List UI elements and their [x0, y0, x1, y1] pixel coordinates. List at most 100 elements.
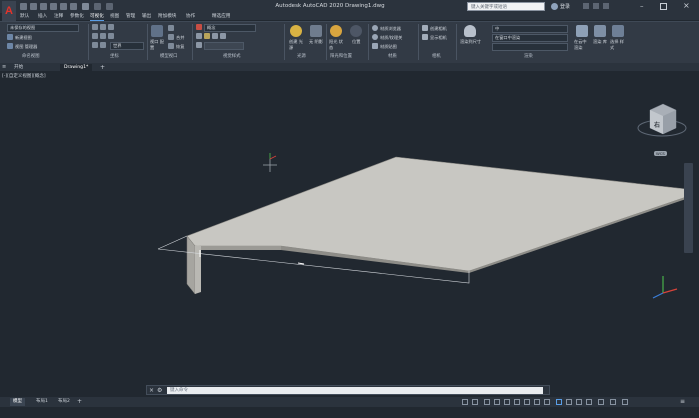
- snap-icon[interactable]: [472, 399, 478, 405]
- join-viewports-button[interactable]: 合并: [176, 35, 184, 41]
- viewport-config-button[interactable]: 视口 配置: [150, 39, 166, 51]
- wrench-icon[interactable]: ⚙: [157, 387, 162, 394]
- view-manager-button[interactable]: 视图 管理器: [15, 44, 37, 50]
- tab-9[interactable]: 协作: [186, 13, 195, 20]
- quick-properties-icon[interactable]: [610, 399, 616, 405]
- named-viewports-icon[interactable]: [168, 25, 174, 31]
- customization-icon[interactable]: ≡: [680, 398, 685, 405]
- print-icon[interactable]: [70, 3, 77, 10]
- wcs-label[interactable]: WCS: [654, 151, 667, 156]
- xray-icon[interactable]: [220, 33, 226, 39]
- render-to-size-button[interactable]: 渲染到尺寸: [460, 39, 481, 45]
- isolate-objects-icon[interactable]: [622, 399, 628, 405]
- tab-6[interactable]: 管理: [126, 13, 135, 20]
- shadow-none-button[interactable]: 无 阴影: [309, 39, 323, 45]
- tab-5[interactable]: 视图: [110, 13, 119, 20]
- ucs-x-icon[interactable]: [108, 24, 114, 30]
- add-layout-icon[interactable]: +: [77, 398, 82, 405]
- shadow-icon[interactable]: [212, 33, 218, 39]
- tab-drawing1[interactable]: Drawing1*: [60, 64, 93, 71]
- lineweight-icon[interactable]: [524, 399, 530, 405]
- cloud-render-button[interactable]: 在云中 渲染: [574, 39, 590, 51]
- lighting-icon[interactable]: [204, 33, 210, 39]
- tab-1[interactable]: 插入: [38, 13, 47, 20]
- visual-style-dropdown[interactable]: 概念: [204, 24, 256, 32]
- isodraft-icon[interactable]: [504, 399, 510, 405]
- face-style-icon[interactable]: [196, 42, 202, 48]
- plot-icon[interactable]: [60, 3, 67, 10]
- save-icon[interactable]: [40, 3, 47, 10]
- ucs-view-icon[interactable]: [108, 33, 114, 39]
- tab-layout1[interactable]: 布局1: [33, 398, 51, 406]
- ucs-z-icon[interactable]: [100, 33, 106, 39]
- search-input[interactable]: 键入关键字或短语: [467, 2, 545, 11]
- tab-7[interactable]: 输出: [142, 13, 151, 20]
- close-cmdline-icon[interactable]: ×: [149, 387, 154, 394]
- grid-icon[interactable]: [462, 399, 468, 405]
- tab-8[interactable]: 附加模块: [158, 13, 176, 20]
- app-store-icon[interactable]: [593, 3, 599, 9]
- ucs-object-icon[interactable]: [100, 42, 106, 48]
- units-icon[interactable]: [598, 399, 604, 405]
- tab-2[interactable]: 注释: [54, 13, 63, 20]
- menu-icon[interactable]: ≡: [2, 64, 6, 70]
- undo-icon[interactable]: [82, 3, 89, 10]
- ucs-3point-icon[interactable]: [92, 42, 98, 48]
- cart-icon[interactable]: [583, 3, 589, 9]
- tab-layout2[interactable]: 布局2: [55, 398, 73, 406]
- ucs-icon[interactable]: [92, 24, 98, 30]
- osnap-3d-icon[interactable]: [556, 399, 562, 405]
- app-menu-button[interactable]: A: [2, 1, 16, 22]
- render-output-field[interactable]: [492, 43, 568, 51]
- new-tab-icon[interactable]: +: [100, 64, 105, 71]
- transparency-icon[interactable]: [534, 399, 540, 405]
- tab-10[interactable]: 精选应用: [212, 13, 230, 20]
- ortho-icon[interactable]: [484, 399, 490, 405]
- new-view-button[interactable]: 新建视图: [15, 35, 32, 41]
- annotation-scale-icon[interactable]: [576, 399, 582, 405]
- close-icon[interactable]: ×: [683, 1, 690, 10]
- tab-start[interactable]: 开始: [10, 64, 27, 71]
- selection-cycling-icon[interactable]: [544, 399, 550, 405]
- help-icon[interactable]: [603, 3, 609, 9]
- create-camera-button[interactable]: 创建相机: [430, 26, 447, 32]
- material-mapping-button[interactable]: 材质贴图: [380, 44, 397, 50]
- render-target-dropdown[interactable]: 在窗口中渲染: [492, 34, 568, 42]
- command-input[interactable]: 键入命令: [167, 387, 543, 394]
- select-style-button[interactable]: 选择 样式: [610, 39, 624, 51]
- material-browser-button[interactable]: 材质浏览器: [380, 26, 401, 32]
- viewport-controls-label[interactable]: [-][自定义视图][概念]: [2, 73, 46, 79]
- opacity-slider[interactable]: [204, 42, 244, 50]
- polar-icon[interactable]: [494, 399, 500, 405]
- tab-model[interactable]: 模型: [10, 398, 25, 406]
- new-file-icon[interactable]: [20, 3, 27, 10]
- edge-style-icon[interactable]: [196, 33, 202, 39]
- tab-3[interactable]: 参数化: [70, 13, 84, 20]
- share-icon[interactable]: [106, 3, 113, 10]
- drawing-viewport[interactable]: 右 WCS: [0, 71, 699, 383]
- osnap-icon[interactable]: [514, 399, 520, 405]
- viewcube-face-label[interactable]: 右: [654, 120, 660, 129]
- ucs-dropdown[interactable]: 世界: [110, 42, 144, 50]
- render-gallery-button[interactable]: 渲染 库: [593, 39, 607, 45]
- workspace-icon[interactable]: [586, 399, 592, 405]
- location-button[interactable]: 位置: [352, 39, 360, 45]
- minimize-icon[interactable]: –: [640, 2, 644, 10]
- dynamic-ucs-icon[interactable]: [566, 399, 572, 405]
- create-light-button[interactable]: 创建 光源: [289, 39, 303, 51]
- redo-icon[interactable]: [94, 3, 101, 10]
- material-textures-toggle[interactable]: 材质/纹理关: [380, 35, 402, 41]
- sun-status-button[interactable]: 阳光 状态: [329, 39, 343, 51]
- open-file-icon[interactable]: [30, 3, 37, 10]
- ucs-origin-icon[interactable]: [100, 24, 106, 30]
- restore-viewports-button[interactable]: 恢复: [176, 44, 184, 50]
- ucs-y-icon[interactable]: [92, 33, 98, 39]
- tab-0[interactable]: 默认: [20, 13, 29, 20]
- login-label[interactable]: 登录: [560, 3, 570, 10]
- save-as-icon[interactable]: [50, 3, 57, 10]
- render-quality-dropdown[interactable]: 中: [492, 25, 568, 33]
- show-camera-button[interactable]: 显示相机: [430, 35, 447, 41]
- user-icon[interactable]: [551, 3, 558, 10]
- maximize-icon[interactable]: [660, 3, 667, 10]
- tab-4[interactable]: 可视化: [90, 13, 104, 21]
